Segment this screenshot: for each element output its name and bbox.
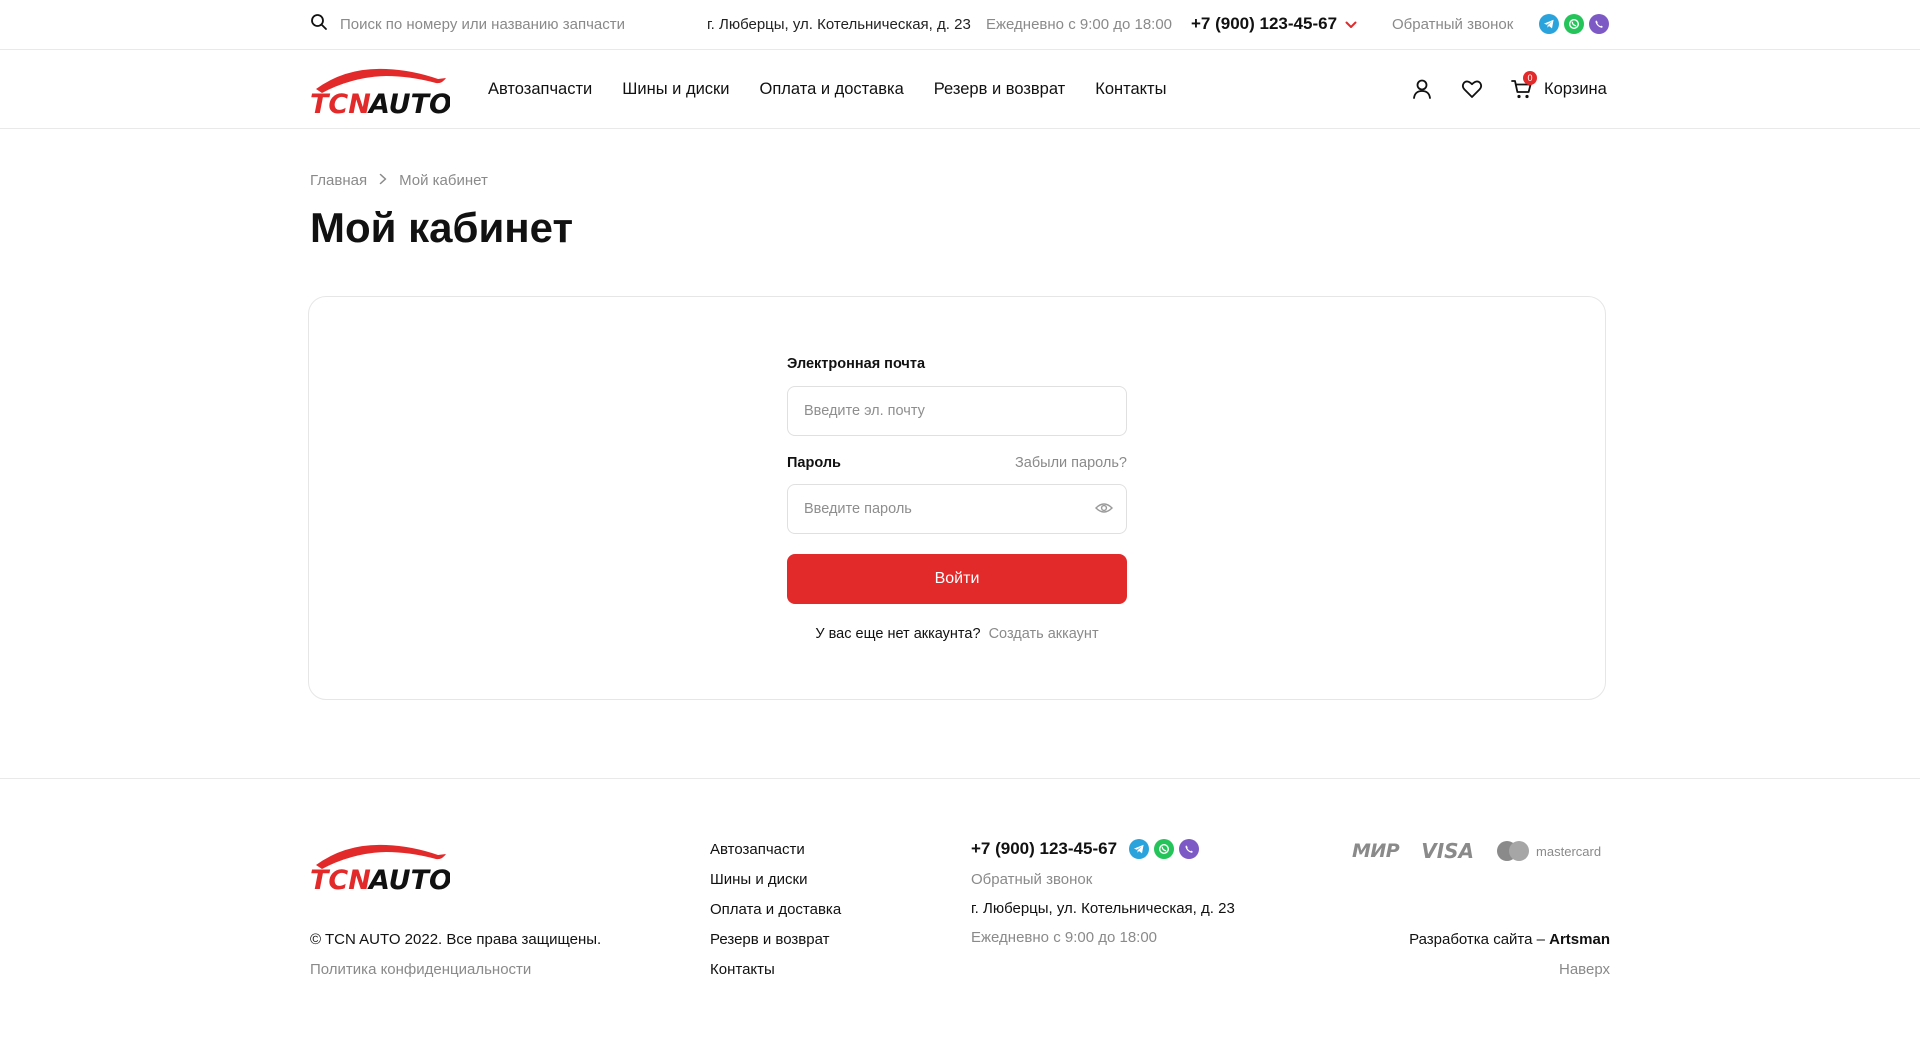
footer-nav: Автозапчасти Шины и диски Оплата и доста… [710, 841, 841, 979]
mir-logo: МИР [1352, 840, 1400, 862]
footer-callback-link[interactable]: Обратный звонок [971, 871, 1235, 888]
svg-text:TCN: TCN [310, 89, 371, 117]
cart-count-badge: 0 [1523, 71, 1537, 85]
chevron-down-icon[interactable] [1345, 14, 1357, 34]
footer-logo[interactable]: TCN AUTO [310, 839, 452, 896]
footer-nav-payment-delivery[interactable]: Оплата и доставка [710, 901, 841, 919]
mastercard-text: mastercard [1536, 843, 1602, 859]
cart-label[interactable]: Корзина [1544, 80, 1607, 99]
whatsapp-icon[interactable] [1564, 14, 1584, 34]
eye-icon[interactable] [1095, 501, 1113, 515]
footer-nav-contacts[interactable]: Контакты [710, 961, 841, 979]
password-field[interactable] [787, 484, 1127, 534]
visa-logo: VISA [1421, 839, 1475, 863]
phone-dropdown[interactable]: +7 (900) 123-45-67 [1191, 14, 1357, 34]
footer-nav-autoparts[interactable]: Автозапчасти [710, 841, 841, 859]
footer-hours: Ежедневно с 9:00 до 18:00 [971, 929, 1158, 946]
main-header: TCN AUTO Автозапчасти Шины и диски Оплат… [0, 51, 1920, 129]
search-icon[interactable] [310, 13, 328, 36]
main-nav: Автозапчасти Шины и диски Оплата и доста… [488, 80, 1166, 99]
breadcrumb-home[interactable]: Главная [310, 172, 367, 189]
viber-icon[interactable] [1179, 839, 1200, 859]
copyright: © TCN AUTO 2022. Все права защищены. [310, 931, 602, 948]
email-field[interactable] [787, 386, 1127, 436]
header-actions: 0 Корзина [1410, 71, 1607, 101]
email-label: Электронная почта [787, 356, 926, 372]
cart-button[interactable]: 0 Корзина [1510, 71, 1607, 101]
cart-icon[interactable]: 0 [1510, 71, 1537, 101]
search-input[interactable] [340, 16, 640, 33]
forgot-password-link[interactable]: Забыли пароль? [1015, 455, 1127, 471]
nav-item-payment-delivery[interactable]: Оплата и доставка [759, 80, 903, 99]
nav-item-contacts[interactable]: Контакты [1095, 80, 1166, 99]
developer-link[interactable]: Artsman [1549, 931, 1610, 948]
svg-text:TCN: TCN [310, 865, 371, 893]
no-account-text: У вас еще нет аккаунта? [815, 626, 981, 642]
password-label: Пароль [787, 455, 841, 471]
create-account-link[interactable]: Создать аккаунт [989, 626, 1099, 642]
breadcrumb: Главная Мой кабинет [310, 172, 488, 189]
whatsapp-icon[interactable] [1154, 839, 1175, 859]
mastercard-logo: mastercard [1496, 840, 1601, 862]
top-bar: г. Люберцы, ул. Котельническая, д. 23 Еж… [0, 0, 1920, 50]
social-links [1539, 14, 1609, 34]
page-title: Мой кабинет [310, 204, 574, 251]
login-button[interactable]: Войти [787, 554, 1127, 604]
nav-item-tires[interactable]: Шины и диски [622, 80, 729, 99]
no-account-row: У вас еще нет аккаунта? Создать аккаунт [787, 626, 1127, 642]
callback-link[interactable]: Обратный звонок [1392, 16, 1513, 33]
site-logo[interactable]: TCN AUTO [310, 63, 452, 120]
search-bar [310, 13, 640, 36]
viber-icon[interactable] [1589, 14, 1609, 34]
user-icon[interactable] [1410, 77, 1434, 101]
store-address: г. Люберцы, ул. Котельническая, д. 23 [707, 16, 971, 33]
telegram-icon[interactable] [1129, 839, 1150, 859]
nav-item-reserve-return[interactable]: Резерв и возврат [934, 80, 1065, 99]
footer: TCN AUTO © TCN AUTO 2022. Все права защи… [0, 778, 1920, 1040]
phone-number[interactable]: +7 (900) 123-45-67 [1191, 14, 1337, 34]
back-to-top-link[interactable]: Наверх [1559, 961, 1610, 978]
footer-phone[interactable]: +7 (900) 123-45-67 [971, 839, 1117, 859]
developer-credit: Разработка сайта – Artsman [1409, 931, 1610, 948]
footer-nav-reserve-return[interactable]: Резерв и возврат [710, 931, 841, 949]
svg-text:AUTO: AUTO [367, 89, 450, 117]
nav-item-autoparts[interactable]: Автозапчасти [488, 80, 592, 99]
footer-address: г. Люберцы, ул. Котельническая, д. 23 [971, 900, 1235, 917]
developer-prefix: Разработка сайта – [1409, 931, 1550, 948]
footer-nav-tires[interactable]: Шины и диски [710, 871, 841, 889]
footer-contacts: +7 (900) 123-45-67 Обратный звонок г. Лю… [971, 839, 1235, 946]
privacy-policy-link[interactable]: Политика конфиденциальности [310, 961, 531, 978]
payment-methods: МИР VISA mastercard [1352, 839, 1601, 863]
breadcrumb-current: Мой кабинет [399, 172, 488, 189]
svg-text:AUTO: AUTO [367, 865, 450, 893]
heart-icon[interactable] [1460, 77, 1484, 101]
telegram-icon[interactable] [1539, 14, 1559, 34]
login-form: Электронная почта Пароль Забыли пароль? … [787, 356, 1127, 642]
working-hours: Ежедневно с 9:00 до 18:00 [986, 16, 1173, 33]
chevron-right-icon [379, 172, 387, 189]
